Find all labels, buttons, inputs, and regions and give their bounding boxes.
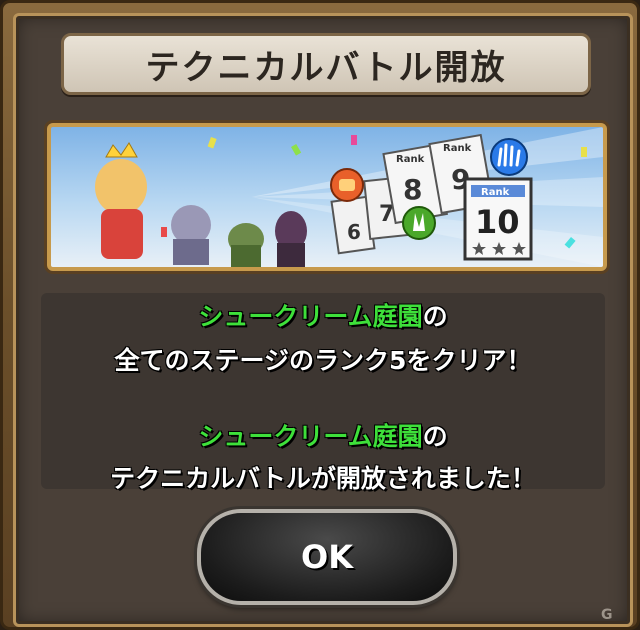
banner-illustration: 6 7 Rank 8 Rank 9 Rank 10 bbox=[47, 123, 607, 271]
message-line-1: シュークリーム庭園の bbox=[41, 297, 605, 333]
watermark-logo: G bbox=[601, 607, 613, 623]
ok-button-label: OK bbox=[301, 538, 353, 576]
rock-fist-icon bbox=[330, 168, 364, 202]
scissors-icon bbox=[402, 206, 436, 240]
message-particle: の bbox=[422, 422, 448, 451]
hero-character bbox=[95, 142, 147, 259]
title-plate: テクニカルバトル開放 bbox=[61, 33, 591, 95]
message-box: シュークリーム庭園の 全てのステージのランク5をクリア！ シュークリーム庭園の … bbox=[41, 293, 605, 493]
knight-character bbox=[171, 205, 211, 265]
rank-card-label: Rank bbox=[481, 187, 510, 198]
dialog-title: テクニカルバトル開放 bbox=[145, 47, 507, 88]
rank-card-10: Rank 10 bbox=[463, 177, 533, 261]
message-line-3: シュークリーム庭園の bbox=[41, 417, 605, 453]
garden-name-highlight: シュークリーム庭園 bbox=[198, 422, 423, 451]
garden-name-highlight: シュークリーム庭園 bbox=[198, 302, 423, 331]
message-particle: の bbox=[422, 302, 448, 331]
message-line-2: 全てのステージのランク5をクリア！ bbox=[114, 346, 532, 375]
ok-button[interactable]: OK bbox=[197, 509, 457, 605]
goblin-character bbox=[228, 223, 264, 267]
rank-card-value: 10 bbox=[475, 203, 520, 241]
rank-card-label: Rank bbox=[443, 143, 472, 154]
paper-hand-icon bbox=[490, 138, 528, 176]
banner-art: 6 7 Rank 8 Rank 9 Rank 10 bbox=[95, 127, 603, 267]
message-line-4: テクニカルバトルが開放されました！ bbox=[110, 464, 536, 493]
dialog-frame: テクニカルバトル開放 6 7 Rank 8 Rank 9 Rank 10 シュー… bbox=[0, 0, 640, 630]
rank-card-value: 6 bbox=[347, 220, 361, 244]
ninja-character bbox=[275, 211, 307, 267]
rank-card-value: 8 bbox=[403, 173, 422, 206]
rank-card-label: Rank bbox=[396, 154, 425, 165]
